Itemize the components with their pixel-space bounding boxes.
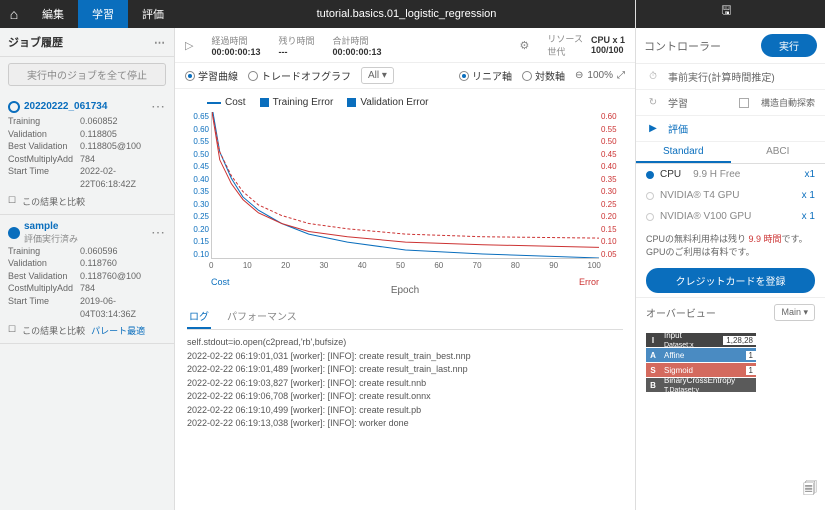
tab-eval[interactable]: 評価 bbox=[128, 0, 178, 28]
train-icon: ↻ bbox=[646, 97, 660, 108]
gear-icon[interactable]: ⚙ bbox=[520, 39, 530, 52]
register-card-button[interactable]: クレジットカードを登録 bbox=[646, 268, 815, 293]
structure-checkbox[interactable] bbox=[739, 98, 749, 108]
tab-log[interactable]: ログ bbox=[187, 304, 211, 329]
topbar: ⌂ 編集 学習 評価 tutorial.basics.01_logistic_r… bbox=[0, 0, 825, 28]
eval-button[interactable]: 評価 bbox=[668, 121, 688, 136]
zoom-value: 100% bbox=[587, 70, 613, 81]
layer-block[interactable]: BBinaryCrossEntropyT.Dataset:y bbox=[646, 378, 756, 392]
radio-learning-curve[interactable]: 学習曲線 bbox=[185, 68, 238, 83]
sidebar-menu-icon[interactable]: ⋯ bbox=[154, 36, 166, 49]
expand-icon[interactable]: ⤢ bbox=[617, 70, 625, 81]
radio-icon[interactable] bbox=[8, 227, 20, 239]
resource-option[interactable]: CPU9.9 H Freex1 bbox=[636, 164, 825, 185]
play-icon[interactable]: ▷ bbox=[185, 39, 193, 52]
right-panel: コントローラー 実行 ⏱事前実行(計算時間推定) ↻学習構造自動探索 ▶評価 S… bbox=[635, 28, 825, 510]
sidebar-title: ジョブ履歴 bbox=[8, 34, 63, 50]
radio-log[interactable]: 対数軸 bbox=[522, 68, 565, 83]
job-menu-icon[interactable]: ⋯ bbox=[151, 98, 166, 115]
sidebar: ジョブ履歴 ⋯ 実行中のジョブを全て停止 20220222_061734 ⋯ T… bbox=[0, 28, 175, 510]
radio-icon[interactable] bbox=[8, 101, 20, 113]
zoom-out-icon[interactable]: ⊖ bbox=[575, 70, 583, 81]
clock-icon: ⏱ bbox=[646, 71, 660, 82]
job-menu-icon[interactable]: ⋯ bbox=[151, 224, 166, 241]
tab-edit[interactable]: 編集 bbox=[28, 0, 78, 28]
log-output: self.stdout=io.open(c2pread,'rb',bufsize… bbox=[187, 330, 623, 431]
radio-tradeoff[interactable]: トレードオフグラフ bbox=[248, 68, 351, 83]
pareto-link[interactable]: パレート最適 bbox=[91, 324, 145, 337]
preexec-button[interactable]: 事前実行(計算時間推定) bbox=[668, 69, 775, 84]
tab-standard[interactable]: Standard bbox=[636, 142, 731, 163]
train-button[interactable]: 学習 bbox=[668, 95, 688, 110]
network-overview: IInputDataset:x1,28,28AAffine1SSigmoid1B… bbox=[636, 327, 825, 399]
tab-performance[interactable]: パフォーマンス bbox=[225, 304, 299, 329]
layer-block[interactable]: IInputDataset:x1,28,28 bbox=[646, 333, 756, 347]
job-item-1[interactable]: sample 評価実行済み ⋯ Training0.060596 Validat… bbox=[0, 215, 174, 345]
run-button[interactable]: 実行 bbox=[761, 34, 817, 57]
chart-legend: Cost Training Error Validation Error bbox=[187, 97, 623, 108]
credit-info: CPUの無料利用枠は残り 9.9 時間です。GPUのご利用は有料です。 bbox=[636, 227, 825, 264]
project-title: tutorial.basics.01_logistic_regression bbox=[178, 8, 635, 20]
radio-linear[interactable]: リニア軸 bbox=[459, 68, 512, 83]
job-item-0[interactable]: 20220222_061734 ⋯ Training0.060852 Valid… bbox=[0, 92, 174, 215]
layer-block[interactable]: SSigmoid1 bbox=[646, 363, 756, 377]
save-icon[interactable]: 🖫 bbox=[721, 1, 731, 22]
layer-block[interactable]: AAffine1 bbox=[646, 348, 756, 362]
stats-bar: ▷ 経過時間00:00:00:13 残り時間--- 合計時間00:00:00:1… bbox=[175, 28, 635, 63]
tab-abci[interactable]: ABCI bbox=[731, 142, 825, 163]
tab-train[interactable]: 学習 bbox=[78, 0, 128, 28]
stop-all-button[interactable]: 実行中のジョブを全て停止 bbox=[8, 63, 166, 86]
chart-controls: 学習曲線 トレードオフグラフ All ▾ リニア軸 対数軸 ⊖ 100% ⤢ bbox=[175, 63, 635, 89]
checkbox-icon[interactable] bbox=[260, 98, 269, 107]
learning-curve-chart: 0.650.600.550.500.450.400.350.300.250.20… bbox=[187, 112, 623, 277]
resource-option[interactable]: NVIDIA® V100 GPUx 1 bbox=[636, 206, 825, 227]
checkbox-icon[interactable] bbox=[347, 98, 356, 107]
overview-select[interactable]: Main ▾ bbox=[774, 304, 815, 321]
resource-option[interactable]: NVIDIA® T4 GPUx 1 bbox=[636, 185, 825, 206]
home-icon[interactable]: ⌂ bbox=[0, 6, 28, 22]
copy-icon[interactable]: 🗐 bbox=[803, 478, 817, 502]
eval-icon: ▶ bbox=[646, 123, 660, 134]
tradeoff-select[interactable]: All ▾ bbox=[361, 67, 394, 84]
